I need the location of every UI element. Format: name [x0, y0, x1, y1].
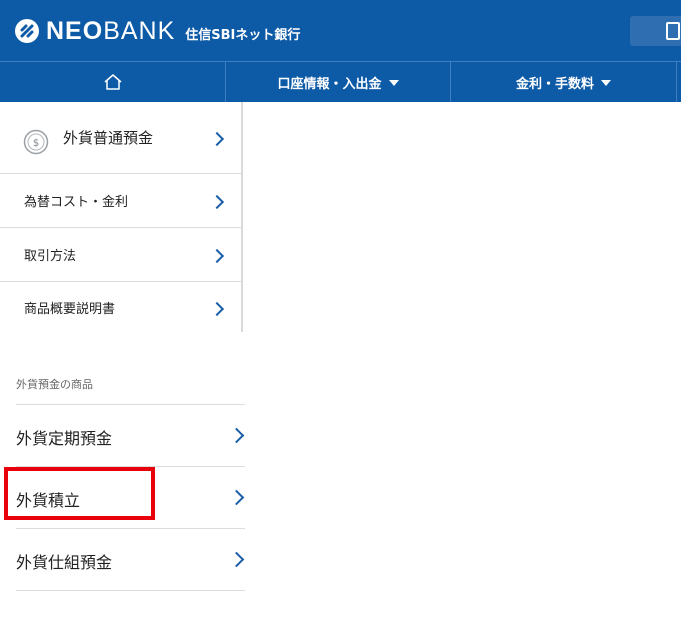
chevron-right-icon: [209, 194, 225, 210]
home-icon: [104, 74, 121, 90]
brand-name: NEOBANK: [46, 18, 175, 44]
highlight-box: [4, 467, 155, 520]
neobank-logo-mark-icon: [15, 19, 39, 43]
brand-subtitle: 住信SBIネット銀行: [185, 27, 301, 43]
calculator-button[interactable]: [630, 16, 681, 46]
caret-down-icon: [388, 79, 399, 86]
calculator-icon: [666, 22, 680, 40]
chevron-right-icon: [228, 551, 245, 568]
menu-item-label: 商品概要説明書: [24, 301, 116, 317]
nav-account-info[interactable]: 口座情報・入出金: [226, 62, 451, 102]
dropdown-panel: $ 外貨普通預金 為替コスト・金利 取引方法 商品概要説明書: [0, 102, 243, 332]
brand-bold: NEO: [46, 17, 104, 45]
coin-icon: $: [23, 129, 49, 155]
nav-rates-fees-label: 金利・手数料: [515, 76, 594, 92]
chevron-right-icon: [228, 489, 245, 506]
chevron-right-icon: [209, 248, 225, 264]
brand-light: BANK: [103, 17, 176, 45]
chevron-right-icon: [209, 301, 225, 317]
section-title-fx-products: 外貨預金の商品: [16, 378, 93, 391]
menu-item-fx-cost-rates[interactable]: 為替コスト・金利: [0, 174, 241, 228]
nav-account-info-label: 口座情報・入出金: [277, 76, 382, 92]
menu-item-trading-method[interactable]: 取引方法: [0, 228, 241, 282]
product-item-fx-structured-deposit[interactable]: 外貨仕組預金: [16, 529, 245, 591]
neobank-logo[interactable]: NEOBANK 住信SBIネット銀行: [14, 16, 300, 46]
svg-text:$: $: [33, 138, 39, 149]
menu-item-product-overview-doc[interactable]: 商品概要説明書: [0, 282, 241, 332]
product-item-fx-time-deposit[interactable]: 外貨定期預金: [16, 405, 245, 467]
menu-item-label: 外貨普通預金: [63, 129, 154, 147]
nav-home[interactable]: [0, 62, 226, 102]
site-header: NEOBANK 住信SBIネット銀行: [0, 0, 681, 61]
nav-rates-fees[interactable]: 金利・手数料: [451, 62, 677, 102]
product-item-label: 外貨定期預金: [16, 429, 113, 448]
product-item-label: 外貨仕組預金: [16, 553, 113, 572]
caret-down-icon: [601, 79, 611, 86]
menu-item-label: 為替コスト・金利: [24, 195, 129, 210]
chevron-right-icon: [209, 131, 225, 147]
chevron-right-icon: [228, 427, 245, 444]
global-nav: 口座情報・入出金 金利・手数料: [0, 61, 681, 102]
menu-item-fx-ordinary-deposit[interactable]: $ 外貨普通預金: [0, 102, 241, 174]
menu-item-label: 取引方法: [24, 249, 77, 264]
